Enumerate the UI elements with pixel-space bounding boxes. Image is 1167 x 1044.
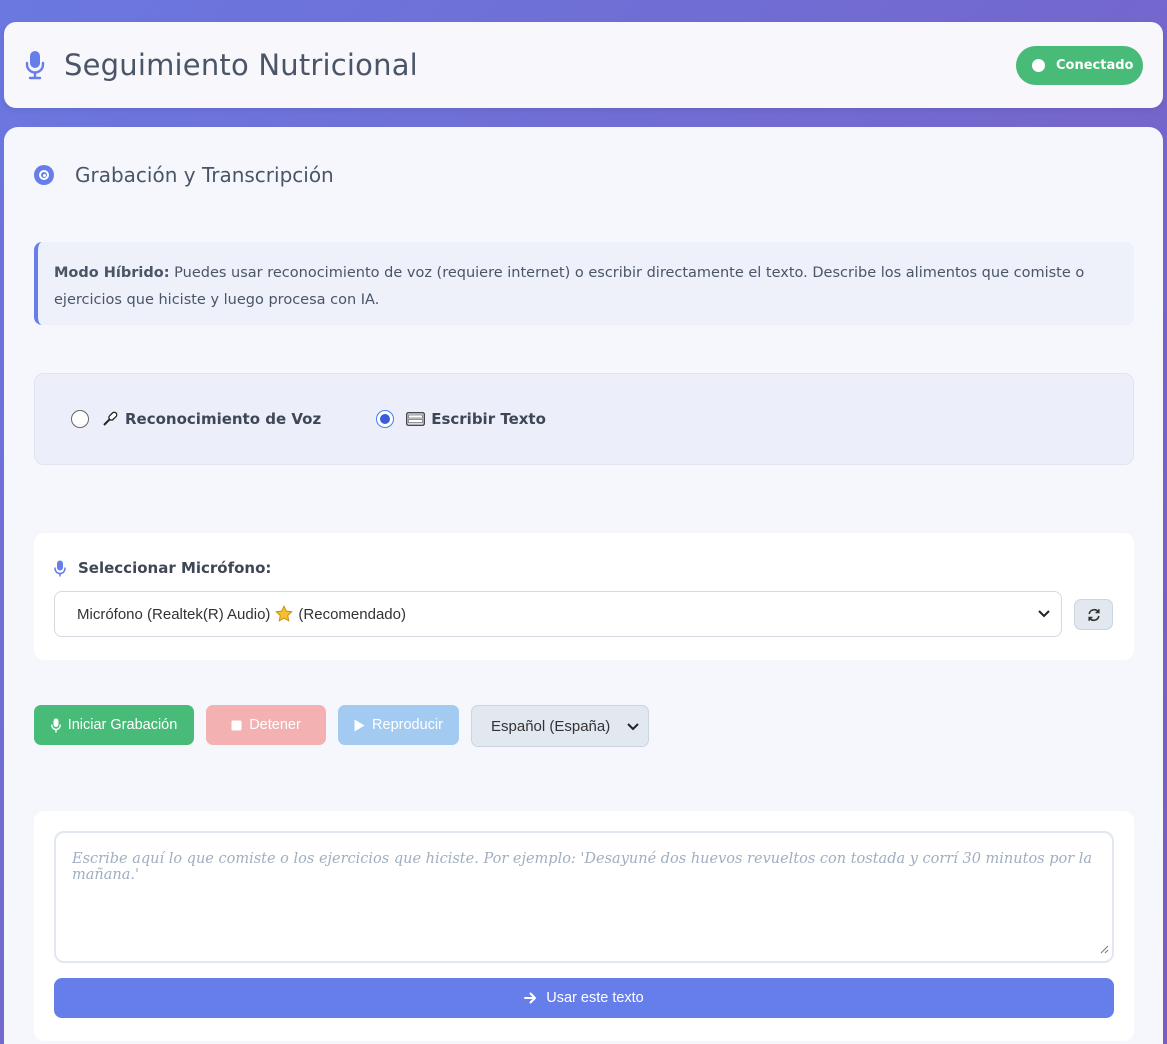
refresh-microphones-button[interactable] [1074,599,1113,630]
text-radio[interactable] [376,410,395,428]
arrow-right-icon [524,992,537,1004]
mode-text-option[interactable]: Escribir Texto [376,410,546,428]
start-recording-button[interactable]: Iniciar Grabación [34,705,194,745]
mode-selector: Reconocimiento de Voz Escribir Texto [34,373,1134,465]
language-select-value: Español (España) [491,717,611,735]
microphone-icon [101,410,119,428]
textarea-placeholder: Escribe aquí lo que comiste o los ejerci… [72,851,1093,883]
status-badge: Conectado [1016,46,1143,85]
keyboard-icon [406,412,426,426]
microphone-icon [24,49,48,81]
food-exercise-textarea[interactable]: Escribe aquí lo que comiste o los ejerci… [54,831,1114,963]
info-bold: Modo Híbrido: [54,265,170,281]
play-label: Reproducir [372,717,443,733]
chevron-down-icon [626,718,640,740]
microphone-selector: Seleccionar Micrófono: Micrófono (Realte… [34,533,1134,660]
star-icon [275,605,294,623]
text-input-panel: Escribe aquí lo que comiste o los ejerci… [34,811,1134,1041]
recording-card: Grabación y Transcripción Modo Híbrido: … [4,127,1163,1044]
stop-icon [231,720,242,731]
page-title: Seguimiento Nutricional [64,48,418,82]
language-select[interactable]: Español (España) [471,705,649,747]
refresh-icon [1087,608,1101,622]
app-header: Seguimiento Nutricional Conectado [4,22,1163,108]
info-text: Puedes usar reconocimiento de voz (requi… [54,265,1085,308]
stop-button[interactable]: Detener [206,705,326,745]
info-box: Modo Híbrido: Puedes usar reconocimiento… [34,242,1134,325]
use-text-button[interactable]: Usar este texto [54,978,1114,1018]
recording-controls: Iniciar Grabación Detener Reproducir Esp… [34,705,649,747]
play-icon [354,719,365,732]
chevron-down-icon [1037,605,1051,627]
text-label: Escribir Texto [431,410,546,428]
start-recording-label: Iniciar Grabación [67,717,178,733]
resize-grip-icon[interactable] [1099,942,1109,958]
microphone-icon [50,718,61,733]
section-title: Grabación y Transcripción [75,163,334,187]
microphone-label-text: Seleccionar Micrófono: [78,559,272,577]
microphone-select[interactable]: Micrófono (Realtek(R) Audio) (Recomendad… [54,591,1062,637]
play-button[interactable]: Reproducir [338,705,459,745]
stop-label: Detener [249,717,301,733]
target-icon [34,165,54,185]
mode-voice-option[interactable]: Reconocimiento de Voz [71,410,321,428]
microphone-label: Seleccionar Micrófono: [54,559,271,577]
status-dot-icon [1032,59,1045,72]
microphone-icon [54,560,66,577]
section-header: Grabación y Transcripción [34,163,334,187]
microphone-select-value: Micrófono (Realtek(R) Audio) [77,605,271,623]
voice-label: Reconocimiento de Voz [125,410,322,428]
status-label: Conectado [1056,58,1134,73]
microphone-select-suffix: (Recomendado) [298,605,406,623]
use-text-label: Usar este texto [546,990,644,1006]
voice-radio[interactable] [71,410,89,428]
